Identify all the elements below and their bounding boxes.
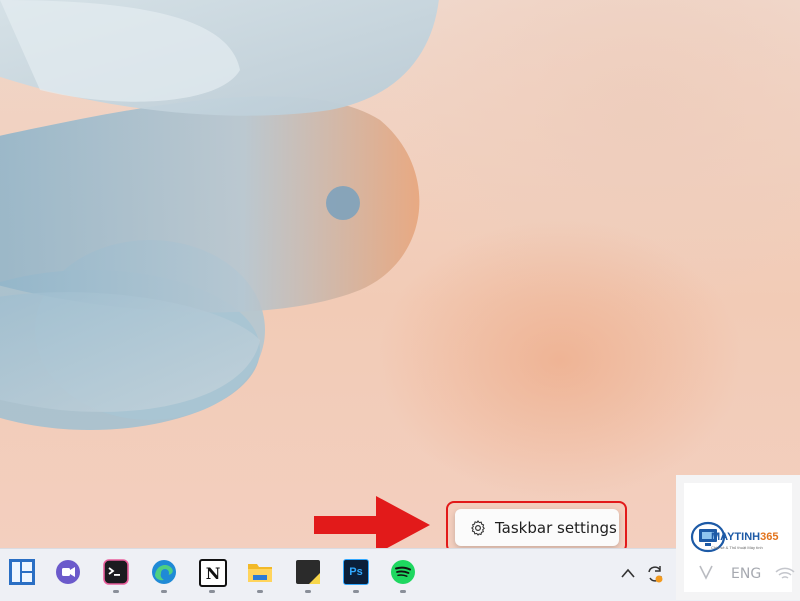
terminal-icon[interactable] (103, 559, 129, 585)
running-indicator (161, 590, 167, 593)
running-indicator (353, 590, 359, 593)
watermark-brand: MAYTINH365 (711, 531, 778, 543)
taskbar-settings-menu-item[interactable]: Taskbar settings (455, 509, 619, 546)
wifi-icon[interactable] (775, 566, 795, 588)
photoshop-glyph: Ps (343, 559, 369, 585)
start-icon[interactable] (9, 559, 35, 585)
vpn-icon[interactable] (699, 564, 713, 586)
taskbar-settings-label: Taskbar settings (495, 518, 617, 537)
running-indicator (305, 590, 311, 593)
running-indicator (257, 590, 263, 593)
gear-icon (469, 519, 487, 537)
running-indicator (209, 590, 215, 593)
sticky-notes-icon[interactable] (295, 559, 321, 585)
file-explorer-icon[interactable] (247, 559, 273, 585)
photoshop-icon[interactable]: Ps (343, 559, 369, 585)
spotify-icon[interactable] (390, 559, 416, 585)
running-indicator (400, 590, 406, 593)
running-indicator (113, 590, 119, 593)
notion-glyph: N (199, 559, 227, 587)
wallpaper-bloom-art (0, 0, 439, 430)
desktop-wallpaper (0, 0, 800, 548)
watermark-brand-main: MAYTINH (711, 531, 761, 543)
show-hidden-icons-chevron[interactable] (620, 563, 636, 585)
watermark-tagline: Chia sẻ & Thủ thuật Máy tính (711, 545, 763, 550)
language-indicator[interactable]: ENG (731, 566, 761, 588)
edge-icon[interactable] (151, 559, 177, 585)
sync-icon[interactable] (645, 563, 665, 585)
teams-icon[interactable] (55, 559, 81, 585)
notion-icon[interactable]: N (199, 559, 227, 587)
watermark-brand-num: 365 (760, 531, 779, 543)
